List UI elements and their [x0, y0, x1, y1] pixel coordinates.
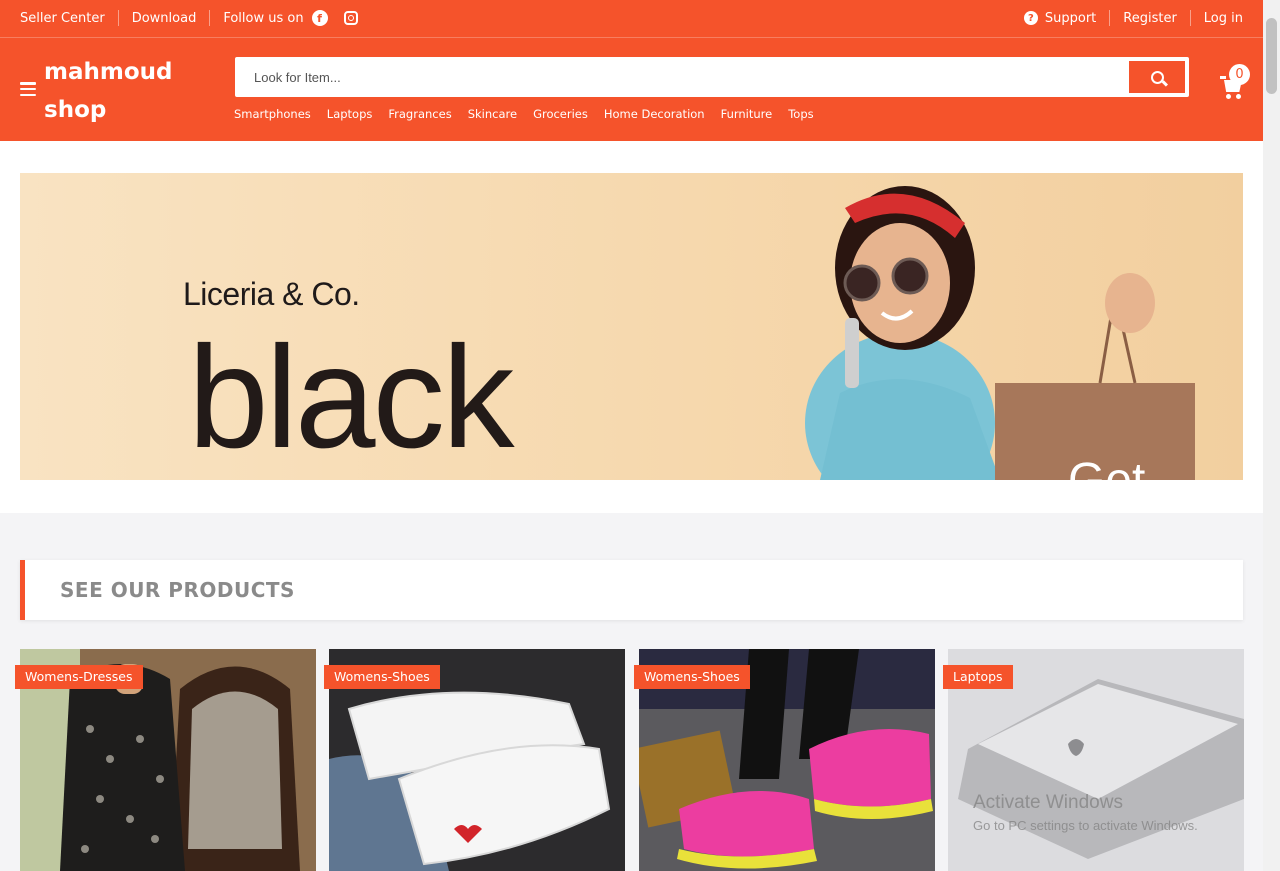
category-nav: Smartphones Laptops Fragrances Skincare … — [234, 107, 830, 121]
hero-section: Liceria & Co. black Get — [0, 141, 1263, 513]
support-icon: ? — [1023, 11, 1038, 25]
follow-label: Follow us on — [223, 10, 304, 26]
search-icon — [1150, 70, 1164, 84]
category-link-tops[interactable]: Tops — [788, 107, 813, 121]
product-category-tag: Womens-Shoes — [324, 665, 440, 689]
category-link-groceries[interactable]: Groceries — [533, 107, 588, 121]
instagram-icon[interactable] — [343, 11, 358, 25]
divider — [209, 10, 211, 26]
watermark-line2: Go to PC settings to activate Windows. — [973, 818, 1198, 833]
os-activation-watermark: Activate Windows Go to PC settings to ac… — [973, 792, 1198, 833]
facebook-icon[interactable]: f — [311, 10, 328, 26]
login-link[interactable]: Log in — [1204, 11, 1243, 26]
register-link[interactable]: Register — [1123, 11, 1177, 26]
product-category-tag: Womens-Dresses — [15, 665, 143, 689]
category-link-skincare[interactable]: Skincare — [468, 107, 517, 121]
logo-line2: shop — [44, 97, 107, 123]
download-link[interactable]: Download — [132, 11, 197, 26]
category-link-furniture[interactable]: Furniture — [721, 107, 773, 121]
search-button[interactable] — [1129, 61, 1185, 93]
banner-model-image — [805, 186, 1195, 480]
banner-headline: black — [188, 316, 514, 478]
search-input[interactable] — [254, 67, 1114, 87]
search-bar — [235, 57, 1189, 97]
divider — [117, 10, 119, 26]
product-category-tag: Laptops — [943, 665, 1013, 689]
logo-line1: mahmoud — [44, 59, 173, 85]
banner-partial-text: Get — [1068, 453, 1145, 480]
category-link-fragrances[interactable]: Fragrances — [388, 107, 451, 121]
page-scrollbar[interactable] — [1263, 0, 1280, 871]
cart-count-badge: 0 — [1229, 64, 1250, 85]
topbar-right: ? Support Register Log in — [1023, 10, 1243, 26]
topbar: Seller Center Download Follow us on f ? … — [0, 0, 1263, 38]
category-link-home-decoration[interactable]: Home Decoration — [604, 107, 705, 121]
scrollbar-thumb[interactable] — [1266, 18, 1277, 94]
menu-icon[interactable] — [20, 82, 36, 96]
section-title: SEE OUR PRODUCTS — [60, 578, 295, 602]
site-header: Seller Center Download Follow us on f ? … — [0, 0, 1263, 141]
product-category-tag: Womens-Shoes — [634, 665, 750, 689]
banner-brand: Liceria & Co. — [183, 276, 360, 312]
category-link-laptops[interactable]: Laptops — [327, 107, 373, 121]
logo[interactable]: mahmoud shop — [44, 53, 224, 129]
divider — [1189, 10, 1191, 26]
products-section-header: SEE OUR PRODUCTS — [20, 560, 1243, 620]
category-link-smartphones[interactable]: Smartphones — [234, 107, 311, 121]
watermark-line1: Activate Windows — [973, 792, 1123, 813]
seller-center-link[interactable]: Seller Center — [20, 11, 105, 26]
topbar-left: Seller Center Download Follow us on f — [20, 10, 358, 26]
divider — [1109, 10, 1111, 26]
hero-banner[interactable]: Liceria & Co. black Get — [20, 173, 1243, 480]
support-link[interactable]: Support — [1045, 11, 1096, 26]
